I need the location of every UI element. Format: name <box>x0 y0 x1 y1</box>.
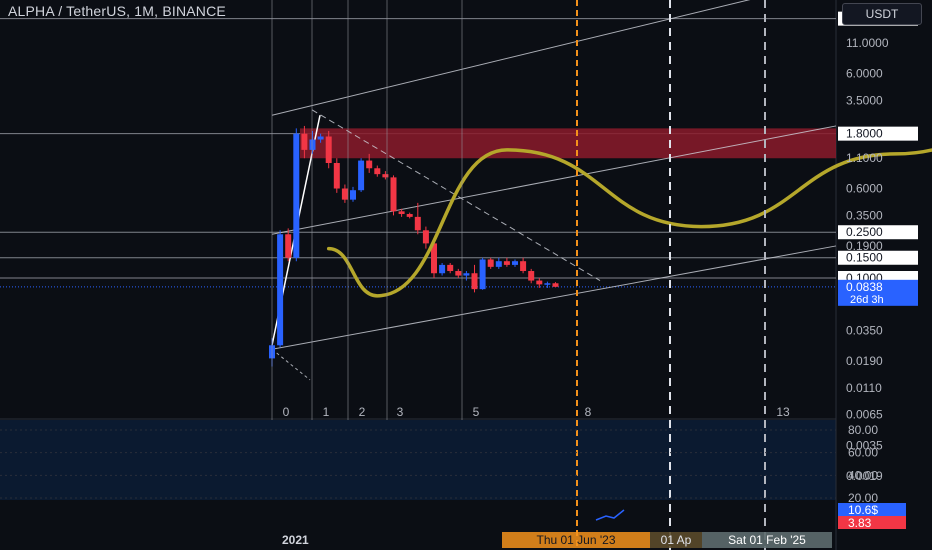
chart-title: ALPHA / TetherUS, 1M, BINANCE <box>8 3 226 19</box>
candle-body <box>390 177 397 212</box>
candle-body <box>463 273 470 276</box>
candle-body <box>374 168 381 175</box>
candle-body <box>333 163 340 189</box>
fib-time-label: 13 <box>776 405 790 419</box>
price-axis-tick: 0.3500 <box>846 208 883 222</box>
date-badge-label: Thu 01 Jun '23 <box>536 533 615 547</box>
candle-body <box>325 136 332 163</box>
candle-body <box>479 259 486 290</box>
candle-body <box>495 261 502 267</box>
price-axis-tick: 0.6000 <box>846 182 883 196</box>
countdown-label: 26d 3h <box>850 294 884 306</box>
date-badge-label: 01 Ap <box>661 533 692 547</box>
price-axis-tick: 1.1000 <box>846 151 883 165</box>
candle-body <box>301 133 308 150</box>
price-axis-tick: 0.0065 <box>846 408 883 422</box>
candle-body <box>414 216 421 231</box>
resistance-zone <box>300 128 836 159</box>
price-axis-tick: 0.0350 <box>846 323 883 337</box>
candle-body <box>520 261 527 272</box>
candle-body <box>406 214 413 217</box>
indicator-tick: 80.00 <box>848 423 878 437</box>
fib-time-label: 8 <box>585 405 592 419</box>
candle-body <box>422 230 429 244</box>
marked-level-label: 0.1500 <box>846 251 883 265</box>
candle-body <box>350 190 356 200</box>
candle-body <box>439 264 446 274</box>
time-axis-label: 2021 <box>282 533 309 547</box>
fib-time-label: 0 <box>283 405 290 419</box>
price-axis-tick: 6.0000 <box>846 67 883 81</box>
candle-body <box>544 283 551 285</box>
price-axis-tick: 0.0110 <box>846 381 882 395</box>
fib-time-label: 3 <box>397 405 404 419</box>
price-chart: 36.000011.00006.00003.50001.10000.60000.… <box>0 0 932 550</box>
last-price-label: 0.0838 <box>846 280 883 294</box>
indicator-value-label: 10.6$ <box>848 503 878 517</box>
candle-body <box>358 160 365 191</box>
currency-unit-button[interactable]: USDT <box>842 3 922 25</box>
candle-body <box>552 283 559 287</box>
marked-level-label: 0.2500 <box>846 225 883 239</box>
candle-body <box>528 271 535 281</box>
indicator-tick: 40.00 <box>848 468 878 482</box>
price-axis-tick: 3.5000 <box>846 93 883 107</box>
price-axis-tick: 11.0000 <box>846 36 889 50</box>
candle-body <box>447 264 454 272</box>
indicator-value-label: 3.83 <box>848 516 872 530</box>
candle-body <box>285 234 292 258</box>
candle-body <box>398 211 405 215</box>
price-axis-tick: 0.0190 <box>846 354 883 368</box>
fib-time-label: 1 <box>323 405 330 419</box>
candle-body <box>512 261 518 265</box>
candle-body <box>487 259 494 267</box>
marked-level-label: 1.8000 <box>846 127 883 141</box>
indicator-tick: 60.00 <box>848 446 878 460</box>
candle-body <box>277 234 284 346</box>
candle-body <box>471 273 478 290</box>
candle-body <box>293 133 300 258</box>
candle-body <box>455 271 462 276</box>
candle-body <box>366 160 373 169</box>
candle-body <box>341 188 348 200</box>
candle-body <box>536 280 543 285</box>
candle-body <box>503 261 510 265</box>
fib-time-label: 2 <box>359 405 366 419</box>
date-badge-label: Sat 01 Feb '25 <box>728 533 806 547</box>
candle-body <box>317 136 324 140</box>
fib-time-label: 5 <box>473 405 480 419</box>
